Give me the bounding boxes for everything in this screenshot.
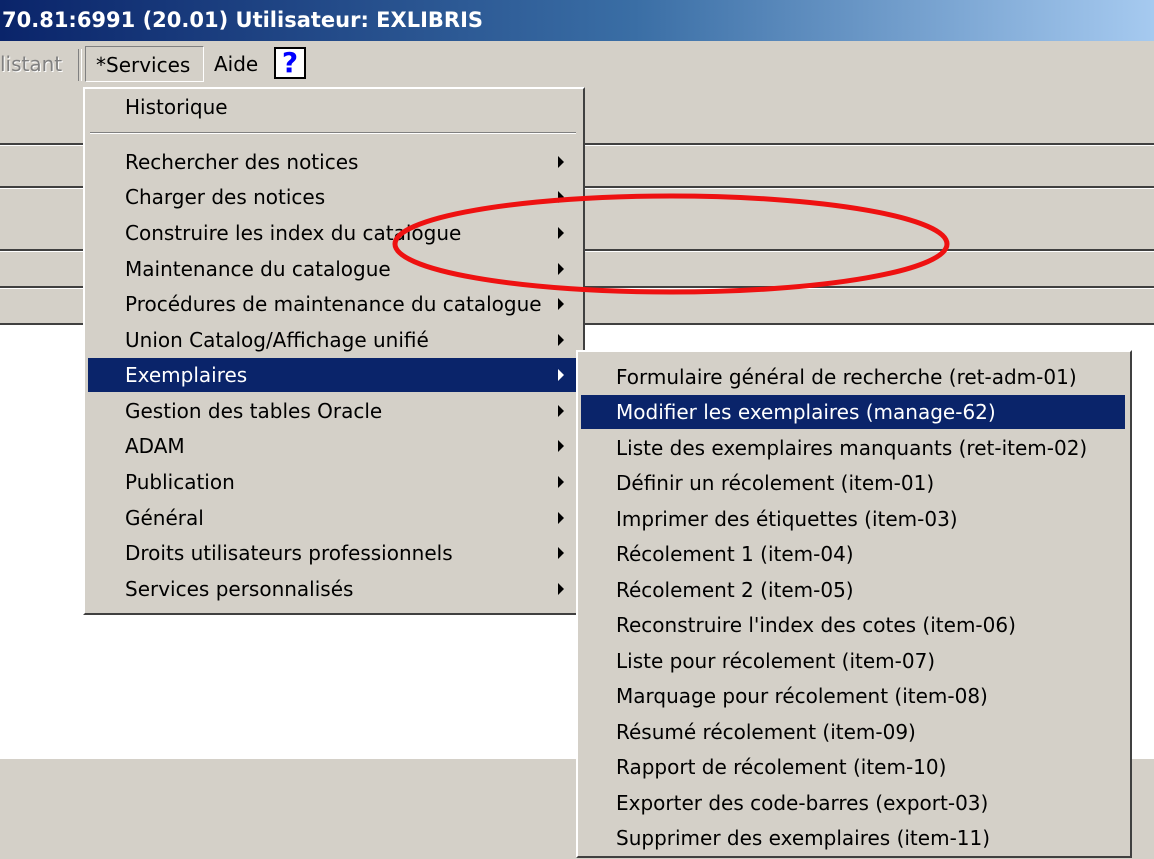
menu-item-publication[interactable]: Publication: [88, 465, 580, 499]
submenu-item-label: Formulaire général de recherche (ret-adm…: [616, 365, 1077, 389]
menu-item-adam[interactable]: ADAM: [88, 429, 580, 463]
submenu-arrow-icon: [558, 583, 564, 595]
submenu-arrow-icon: [558, 440, 564, 452]
submenu-arrow-icon: [558, 263, 564, 275]
submenu-item-label: Récolement 1 (item-04): [616, 542, 854, 566]
menu-item-label: Charger des notices: [125, 185, 326, 209]
submenu-item-formulaire-recherche[interactable]: Formulaire général de recherche (ret-adm…: [581, 360, 1125, 394]
submenu-arrow-icon: [558, 405, 564, 417]
submenu-item-modifier-exemplaires[interactable]: Modifier les exemplaires (manage-62): [581, 395, 1125, 429]
help-icon[interactable]: ?: [274, 47, 306, 79]
window-title-bar: 70.81:6991 (20.01) Utilisateur: EXLIBRIS: [0, 0, 1154, 41]
menu-aide[interactable]: Aide: [214, 46, 258, 82]
submenu-item-label: Marquage pour récolement (item-08): [616, 684, 988, 708]
submenu-item-supprimer-exemplaires[interactable]: Supprimer des exemplaires (item-11): [581, 821, 1125, 855]
menu-item-label: Général: [125, 506, 204, 530]
menu-item-label: ADAM: [125, 434, 185, 458]
menu-item-label: Historique: [125, 95, 228, 119]
menu-item-label: Rechercher des notices: [125, 150, 359, 174]
menu-item-label: Droits utilisateurs professionnels: [125, 541, 453, 565]
menu-item-label: Procédures de maintenance du catalogue: [125, 292, 542, 316]
submenu-arrow-icon: [558, 227, 564, 239]
menu-item-label: Services personnalisés: [125, 577, 354, 601]
submenu-arrow-icon: [558, 512, 564, 524]
menu-item-services-personnalises[interactable]: Services personnalisés: [88, 572, 580, 606]
submenu-item-liste-recolement[interactable]: Liste pour récolement (item-07): [581, 644, 1125, 678]
submenu-item-imprimer-etiquettes[interactable]: Imprimer des étiquettes (item-03): [581, 502, 1125, 536]
menu-item-label: Exemplaires: [125, 363, 248, 387]
submenu-item-label: Liste des exemplaires manquants (ret-ite…: [616, 436, 1088, 460]
submenu-item-reconstruire-index-cotes[interactable]: Reconstruire l'index des cotes (item-06): [581, 608, 1125, 642]
submenu-item-label: Liste pour récolement (item-07): [616, 649, 936, 673]
menu-item-historique[interactable]: Historique: [88, 90, 580, 124]
menu-services[interactable]: *Services: [85, 46, 204, 82]
submenu-item-label: Reconstruire l'index des cotes (item-06): [616, 613, 1016, 637]
submenu-item-label: Imprimer des étiquettes (item-03): [616, 507, 958, 531]
menu-item-maintenance-catalogue[interactable]: Maintenance du catalogue: [88, 252, 580, 286]
submenu-arrow-icon: [558, 298, 564, 310]
menu-item-label: Maintenance du catalogue: [125, 257, 391, 281]
submenu-arrow-icon: [558, 191, 564, 203]
menu-item-tables-oracle[interactable]: Gestion des tables Oracle: [88, 394, 580, 428]
submenu-item-definir-recolement[interactable]: Définir un récolement (item-01): [581, 466, 1125, 500]
menu-bar: listant *Services Aide ?: [0, 41, 1154, 89]
menu-item-droits-utilisateurs[interactable]: Droits utilisateurs professionnels: [88, 536, 580, 570]
submenu-item-label: Modifier les exemplaires (manage-62): [616, 400, 996, 424]
submenu-arrow-icon: [558, 369, 564, 381]
submenu-arrow-icon: [558, 476, 564, 488]
submenu-arrow-icon: [558, 156, 564, 168]
menu-item-construire-index[interactable]: Construire les index du catalogue: [88, 216, 580, 250]
submenu-item-rapport-recolement[interactable]: Rapport de récolement (item-10): [581, 750, 1125, 784]
services-dropdown-menu: Historique Rechercher des notices Charge…: [83, 87, 585, 615]
submenu-item-label: Supprimer des exemplaires (item-11): [616, 826, 991, 850]
menu-item-exemplaires[interactable]: Exemplaires: [88, 358, 580, 392]
menu-item-label: Publication: [125, 470, 235, 494]
submenu-item-resume-recolement[interactable]: Résumé récolement (item-09): [581, 715, 1125, 749]
submenu-item-recolement-1[interactable]: Récolement 1 (item-04): [581, 537, 1125, 571]
menu-assistant[interactable]: listant: [0, 46, 62, 82]
submenu-item-label: Résumé récolement (item-09): [616, 720, 916, 744]
submenu-item-label: Rapport de récolement (item-10): [616, 755, 947, 779]
menu-item-label: Union Catalog/Affichage unifié: [125, 328, 429, 352]
menu-item-label: Gestion des tables Oracle: [125, 399, 383, 423]
menu-bar-separator: [78, 49, 82, 81]
menu-separator: [90, 132, 576, 134]
menu-item-procedures-maintenance[interactable]: Procédures de maintenance du catalogue: [88, 287, 580, 321]
submenu-item-recolement-2[interactable]: Récolement 2 (item-05): [581, 573, 1125, 607]
menu-item-general[interactable]: Général: [88, 501, 580, 535]
submenu-item-marquage-recolement[interactable]: Marquage pour récolement (item-08): [581, 679, 1125, 713]
submenu-item-label: Définir un récolement (item-01): [616, 471, 935, 495]
submenu-item-exemplaires-manquants[interactable]: Liste des exemplaires manquants (ret-ite…: [581, 431, 1125, 465]
menu-item-label: Construire les index du catalogue: [125, 221, 462, 245]
submenu-item-label: Récolement 2 (item-05): [616, 578, 854, 602]
window-title: 70.81:6991 (20.01) Utilisateur: EXLIBRIS: [2, 8, 484, 32]
submenu-arrow-icon: [558, 547, 564, 559]
menu-item-rechercher-notices[interactable]: Rechercher des notices: [88, 145, 580, 179]
submenu-arrow-icon: [558, 334, 564, 346]
submenu-item-exporter-code-barres[interactable]: Exporter des code-barres (export-03): [581, 786, 1125, 820]
exemplaires-submenu: Formulaire général de recherche (ret-adm…: [576, 350, 1132, 858]
submenu-item-label: Exporter des code-barres (export-03): [616, 791, 989, 815]
menu-item-charger-notices[interactable]: Charger des notices: [88, 180, 580, 214]
menu-item-union-catalog[interactable]: Union Catalog/Affichage unifié: [88, 323, 580, 357]
